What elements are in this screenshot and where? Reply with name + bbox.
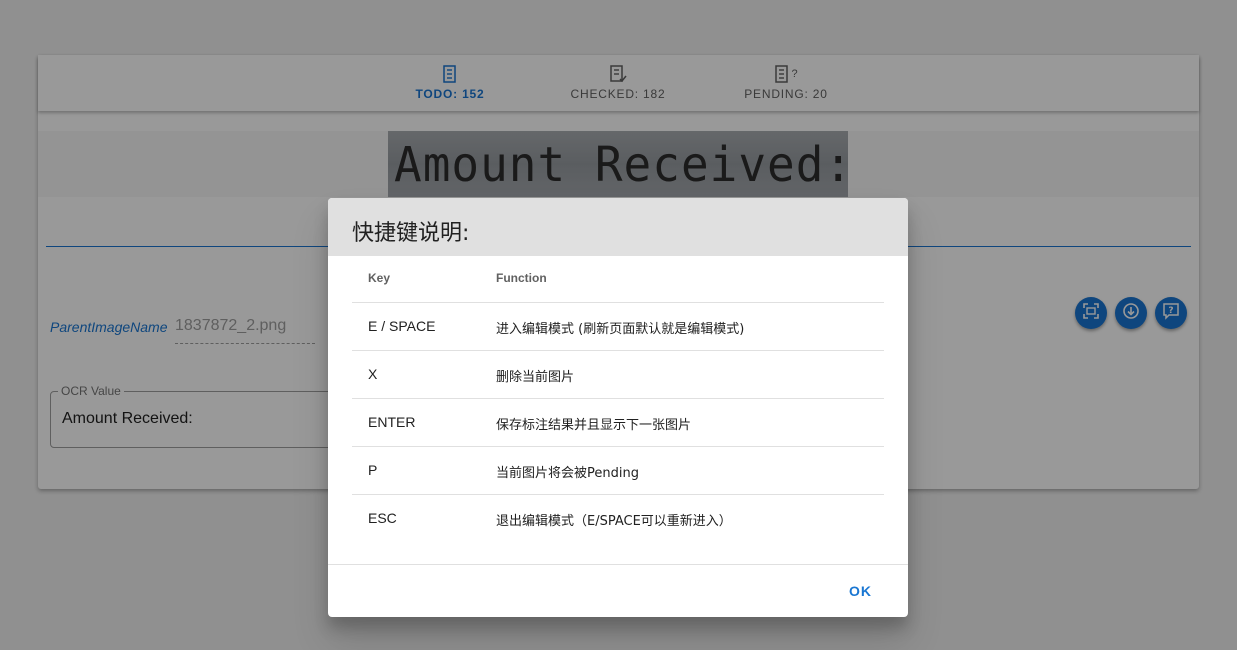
shortcut-key: ENTER xyxy=(368,414,416,430)
dialog-header: 快捷键说明: xyxy=(328,198,908,256)
shortcut-function: 退出编辑模式（E/SPACE可以重新进入） xyxy=(496,514,732,529)
column-header-function: Function xyxy=(496,271,547,285)
table-row: ENTER 保存标注结果并且显示下一张图片 xyxy=(352,399,884,447)
shortcut-function: 当前图片将会被Pending xyxy=(496,466,639,481)
dialog-title: 快捷键说明: xyxy=(352,221,470,246)
table-row: ESC 退出编辑模式（E/SPACE可以重新进入） xyxy=(352,495,884,542)
table-row: E / SPACE 进入编辑模式 (刷新页面默认就是编辑模式) xyxy=(352,303,884,351)
shortcut-function: 删除当前图片 xyxy=(496,370,575,385)
shortcut-function: 进入编辑模式 (刷新页面默认就是编辑模式) xyxy=(496,322,745,337)
shortcut-key: P xyxy=(368,462,378,478)
shortcut-key: ESC xyxy=(368,510,397,526)
shortcut-help-dialog: 快捷键说明: Key Function E / SPACE 进入编辑模式 (刷新… xyxy=(328,198,908,617)
column-header-key: Key xyxy=(368,271,391,285)
shortcut-key: E / SPACE xyxy=(368,318,436,334)
ok-button[interactable]: OK xyxy=(837,575,884,607)
table-row: X 删除当前图片 xyxy=(352,351,884,399)
shortcut-table: Key Function E / SPACE 进入编辑模式 (刷新页面默认就是编… xyxy=(352,256,884,542)
shortcut-function: 保存标注结果并且显示下一张图片 xyxy=(496,418,692,433)
dialog-footer: OK xyxy=(328,564,908,617)
table-header: Key Function xyxy=(352,256,884,303)
shortcut-key: X xyxy=(368,366,378,382)
table-row: P 当前图片将会被Pending xyxy=(352,447,884,495)
